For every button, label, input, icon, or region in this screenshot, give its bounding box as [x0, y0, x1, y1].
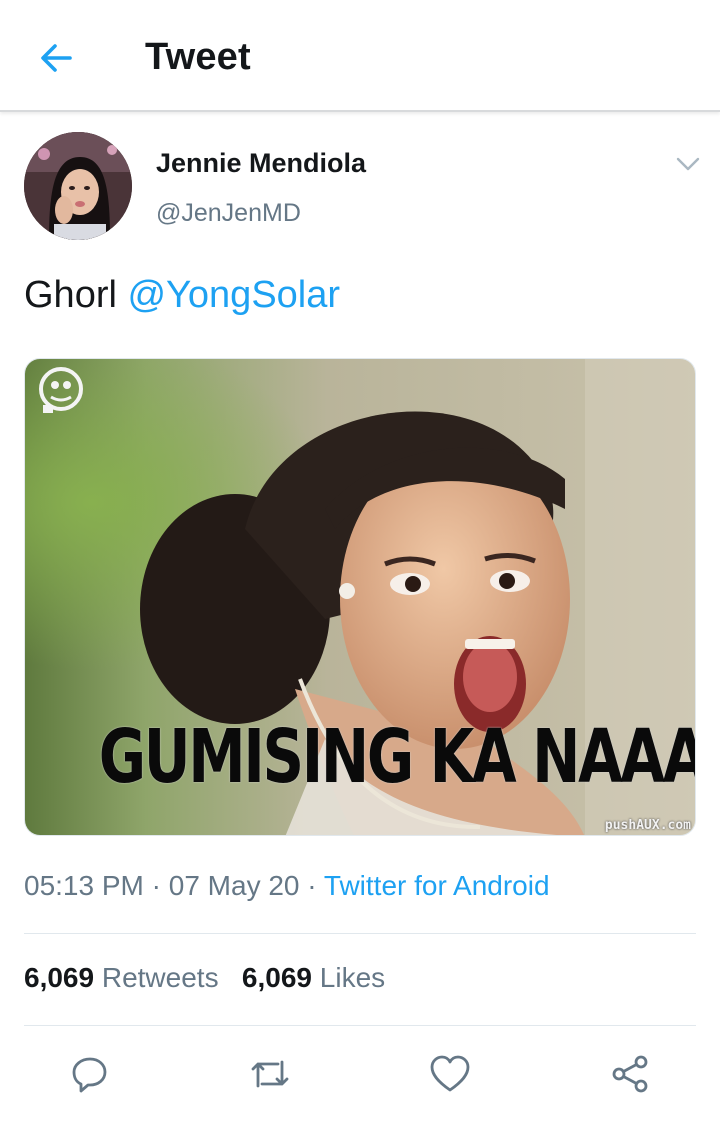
meme-caption: GUMISING KA NAAA!!!	[98, 714, 695, 800]
share-button[interactable]	[602, 1046, 658, 1102]
divider	[24, 1025, 696, 1026]
avatar[interactable]	[24, 132, 132, 240]
meme-watermark: pushAUX.com	[604, 818, 691, 833]
retweets-stat[interactable]: 6,069 Retweets	[24, 962, 219, 993]
tweet-source-link[interactable]: Twitter for Android	[324, 870, 550, 901]
page-title: Tweet	[145, 36, 251, 78]
retweets-count: 6,069	[24, 962, 95, 993]
likes-label: Likes	[319, 962, 386, 993]
like-button[interactable]	[422, 1046, 478, 1102]
author-display-name[interactable]: Jennie Mendiola	[156, 148, 366, 179]
arrow-left-icon	[41, 44, 72, 72]
mention-link[interactable]: @YongSolar	[127, 274, 340, 316]
divider	[24, 933, 696, 934]
meta-separator: ·	[151, 870, 161, 901]
tweet-time: 05:13 PM	[24, 870, 144, 901]
tweet-text: Ghorl @YongSolar	[24, 274, 340, 317]
tweet-body-text: Ghorl	[24, 274, 117, 316]
chevron-down-icon	[676, 157, 700, 171]
share-icon	[612, 1055, 648, 1093]
tweet-stats: 6,069 Retweets 6,069 Likes	[24, 962, 385, 994]
tweet-menu-button[interactable]	[672, 150, 704, 178]
retweets-label: Retweets	[101, 962, 219, 993]
tweet-meta: 05:13 PM · 07 May 20 · Twitter for Andro…	[24, 870, 550, 902]
reply-button[interactable]	[62, 1046, 118, 1102]
retweet-button[interactable]	[242, 1046, 298, 1102]
reply-icon	[72, 1057, 107, 1093]
tweet-detail-screen: Tweet Jennie Mendiola @JenJenMD Ghorl @Y…	[0, 0, 720, 1125]
retweet-icon	[251, 1060, 289, 1088]
likes-count: 6,069	[241, 962, 312, 993]
likes-stat[interactable]: 6,069 Likes	[242, 962, 385, 993]
app-header: Tweet	[0, 0, 720, 112]
author-handle[interactable]: @JenJenMD	[156, 199, 301, 228]
tweet-media-image[interactable]: GUMISING KA NAAA!!! pushAUX.com	[24, 358, 696, 836]
back-button[interactable]	[28, 30, 84, 86]
heart-icon	[430, 1055, 470, 1092]
tweet-date: 07 May 20	[168, 870, 300, 901]
meta-separator-2: ·	[307, 870, 317, 901]
avatar-photo	[24, 132, 132, 240]
